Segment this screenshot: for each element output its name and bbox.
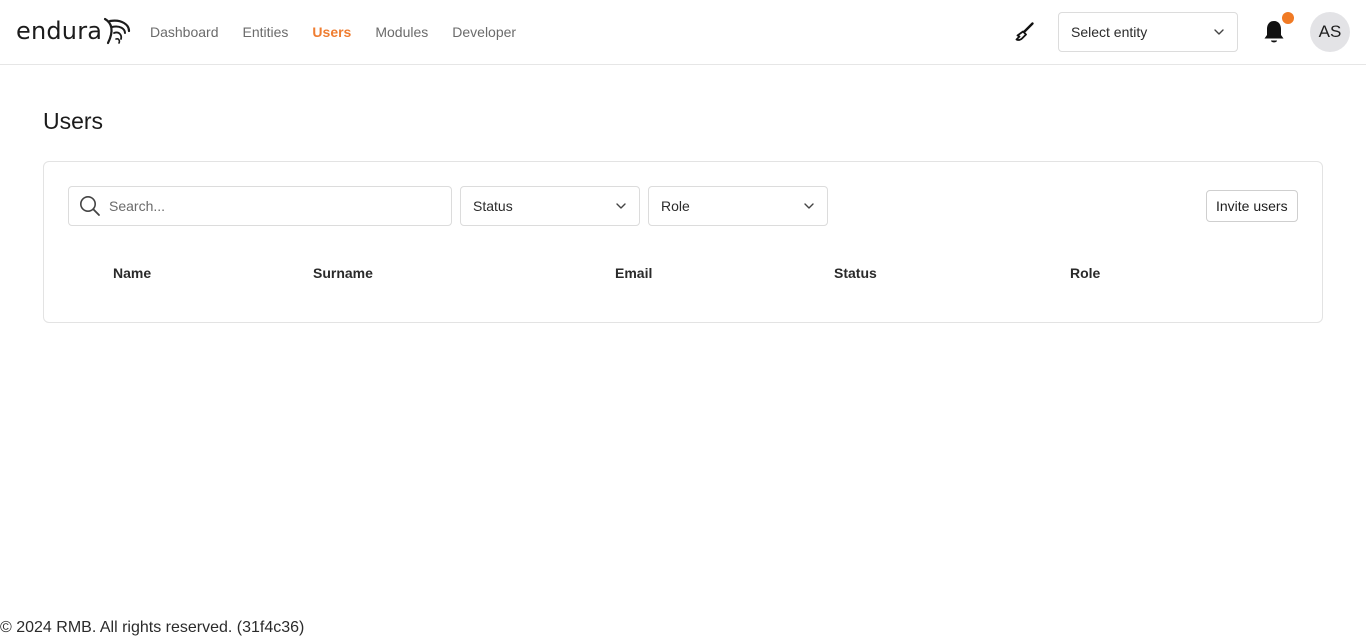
top-navbar: endura Dashboard Entities Users Modules … bbox=[0, 0, 1366, 65]
users-card: Status Role Invite users Name Surname Em… bbox=[43, 161, 1323, 323]
page-title: Users bbox=[43, 108, 104, 134]
avatar[interactable]: AS bbox=[1310, 12, 1350, 52]
nav-developer[interactable]: Developer bbox=[452, 22, 516, 42]
endura-logo[interactable]: endura bbox=[16, 14, 132, 48]
avatar-initials: AS bbox=[1318, 22, 1342, 41]
chevron-down-icon bbox=[804, 203, 814, 209]
nav-users[interactable]: Users bbox=[312, 22, 351, 42]
nav-dashboard[interactable]: Dashboard bbox=[150, 22, 219, 42]
status-filter[interactable]: Status bbox=[460, 186, 640, 226]
logo-mark-icon bbox=[104, 17, 131, 45]
status-filter-label: Status bbox=[473, 198, 513, 214]
paint-brush-icon[interactable] bbox=[1012, 20, 1036, 44]
chevron-down-icon bbox=[616, 203, 626, 209]
chevron-down-icon bbox=[1214, 29, 1224, 35]
search-box[interactable] bbox=[68, 186, 452, 226]
entity-select[interactable]: Select entity bbox=[1058, 12, 1238, 52]
column-header-status[interactable]: Status bbox=[834, 265, 877, 281]
nav-entities[interactable]: Entities bbox=[243, 22, 289, 42]
notification-dot bbox=[1282, 12, 1294, 24]
footer-copyright: © 2024 RMB. All rights reserved. (31f4c3… bbox=[0, 619, 305, 636]
entity-select-value: Select entity bbox=[1071, 24, 1148, 40]
column-header-email[interactable]: Email bbox=[615, 265, 652, 281]
search-input[interactable] bbox=[109, 198, 429, 214]
search-icon bbox=[80, 196, 100, 216]
role-filter[interactable]: Role bbox=[648, 186, 828, 226]
table-header: Name Surname Email Status Role bbox=[44, 265, 1322, 285]
logo-text: endura bbox=[16, 17, 103, 45]
invite-users-button[interactable]: Invite users bbox=[1206, 190, 1298, 222]
role-filter-label: Role bbox=[661, 198, 690, 214]
main-nav: Dashboard Entities Users Modules Develop… bbox=[150, 22, 540, 42]
nav-modules[interactable]: Modules bbox=[375, 22, 428, 42]
column-header-role[interactable]: Role bbox=[1070, 265, 1100, 281]
column-header-name[interactable]: Name bbox=[113, 265, 151, 281]
column-header-surname[interactable]: Surname bbox=[313, 265, 373, 281]
